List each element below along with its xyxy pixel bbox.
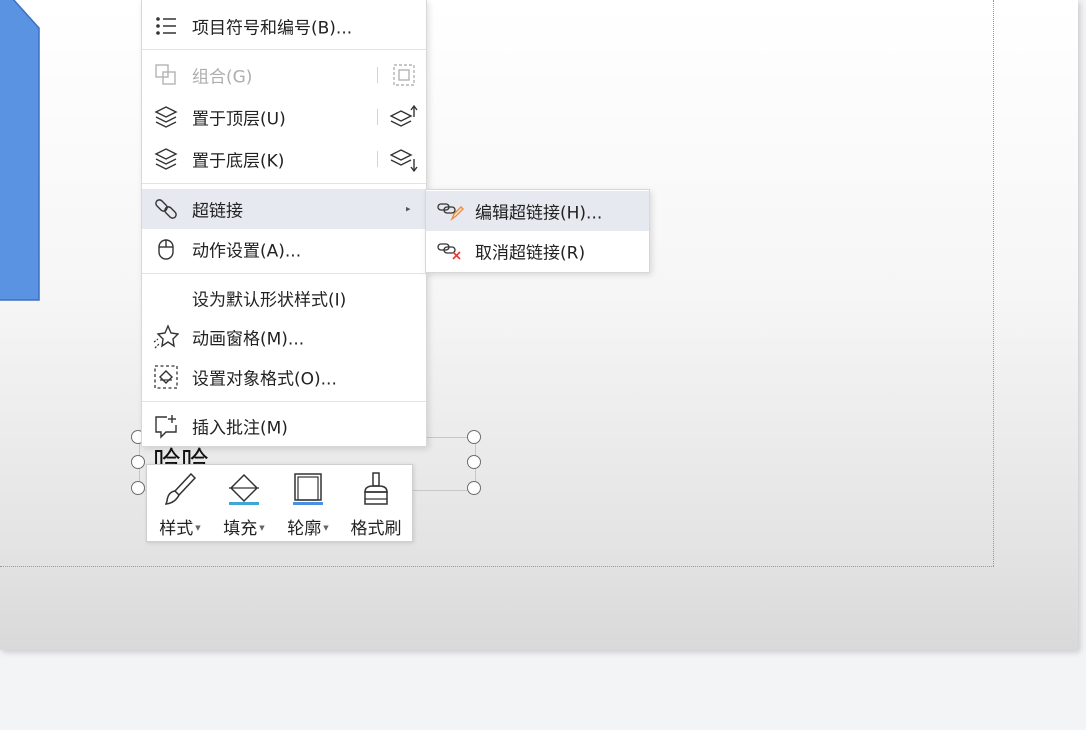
fill-icon <box>229 473 259 505</box>
menu-item-label: 组合(G) <box>192 67 253 88</box>
menu-shortcut-divider <box>377 67 378 83</box>
group-icon <box>155 64 176 85</box>
animation-star-icon <box>153 324 179 349</box>
submenu-item-label: 编辑超链接(H)... <box>475 203 603 224</box>
resize-handle[interactable] <box>467 455 481 469</box>
menu-item-action-settings[interactable]: 动作设置(A)... <box>142 229 426 269</box>
mouse-icon <box>158 239 174 260</box>
menu-item-label: 设为默认形状样式(I) <box>192 290 347 311</box>
submenu-item-edit-hyperlink[interactable]: 编辑超链接(H)... <box>426 191 649 231</box>
submenu-item-remove-hyperlink[interactable]: 取消超链接(R) <box>426 231 649 271</box>
blue-shape[interactable] <box>0 0 43 303</box>
menu-item-format-object[interactable]: 设置对象格式(O)... <box>142 357 426 397</box>
outline-button[interactable]: 轮廓 ▼ <box>277 465 339 541</box>
mini-toolbar: 样式 ▼ 填充 ▼ 轮廓 ▼ 格式刷 <box>146 464 413 542</box>
menu-item-set-default-shape-style[interactable]: 设为默认形状样式(I) <box>142 278 426 318</box>
brush-icon <box>164 472 197 505</box>
submenu-arrow-icon: ▸ <box>406 203 411 214</box>
resize-handle[interactable] <box>131 481 145 495</box>
menu-item-insert-comment[interactable]: 插入批注(M) <box>142 406 426 446</box>
menu-item-label: 设置对象格式(O)... <box>192 369 337 390</box>
tool-label: 样式 <box>159 519 194 539</box>
menu-item-label: 项目符号和编号(B)... <box>192 18 353 39</box>
context-menu: 项目符号和编号(B)... 组合(G) 置于顶层(U) 置于底层(K) 超链接 … <box>141 0 427 447</box>
bring-to-front-icon[interactable] <box>390 103 418 131</box>
menu-item-hyperlink[interactable]: 超链接 ▸ <box>142 189 426 229</box>
remove-link-icon <box>437 243 461 260</box>
send-to-back-icon[interactable] <box>390 145 418 173</box>
resize-handle[interactable] <box>467 430 481 444</box>
menu-item-group[interactable]: 组合(G) <box>142 55 426 95</box>
menu-item-send-to-back[interactable]: 置于底层(K) <box>142 139 426 179</box>
layers-icon <box>154 106 178 128</box>
hyperlink-submenu: 编辑超链接(H)... 取消超链接(R) <box>425 189 650 273</box>
menu-shortcut-divider <box>377 151 378 167</box>
menu-separator <box>142 183 426 184</box>
resize-handle[interactable] <box>131 455 145 469</box>
menu-separator <box>142 273 426 274</box>
slide-guide-right <box>993 0 994 566</box>
format-object-icon <box>154 365 178 389</box>
slide-guide-bottom <box>0 566 994 567</box>
link-icon <box>155 199 177 219</box>
menu-item-label: 超链接 <box>192 201 243 222</box>
menu-item-label: 动画窗格(M)... <box>192 329 305 350</box>
dropdown-caret-icon: ▼ <box>259 524 265 532</box>
submenu-item-label: 取消超链接(R) <box>475 243 586 264</box>
menu-item-bring-to-front[interactable]: 置于顶层(U) <box>142 97 426 137</box>
menu-shortcut-divider <box>377 109 378 125</box>
tool-label: 轮廓 <box>287 519 322 539</box>
menu-item-label: 插入批注(M) <box>192 418 288 439</box>
group-shortcut-icon[interactable] <box>390 61 418 89</box>
dropdown-caret-icon: ▼ <box>323 524 329 532</box>
tool-label: 格式刷 <box>350 519 402 539</box>
dropdown-caret-icon: ▼ <box>195 524 201 532</box>
menu-item-label: 动作设置(A)... <box>192 241 302 262</box>
menu-separator <box>142 49 426 50</box>
format-painter-button[interactable]: 格式刷 <box>345 465 407 541</box>
bullet-list-icon <box>156 17 176 35</box>
fill-button[interactable]: 填充 ▼ <box>213 465 275 541</box>
menu-item-label: 置于底层(K) <box>192 151 285 172</box>
style-button[interactable]: 样式 ▼ <box>149 465 211 541</box>
format-painter-icon <box>364 472 388 505</box>
menu-item-bullets[interactable]: 项目符号和编号(B)... <box>142 6 426 46</box>
layers-icon <box>154 148 178 170</box>
menu-separator <box>142 401 426 402</box>
add-comment-icon <box>155 415 177 439</box>
resize-handle[interactable] <box>467 481 481 495</box>
menu-item-label: 置于顶层(U) <box>192 109 286 130</box>
menu-item-animation-pane[interactable]: 动画窗格(M)... <box>142 317 426 357</box>
tool-label: 填充 <box>223 519 258 539</box>
edit-link-icon <box>437 203 464 222</box>
outline-icon <box>293 473 323 505</box>
